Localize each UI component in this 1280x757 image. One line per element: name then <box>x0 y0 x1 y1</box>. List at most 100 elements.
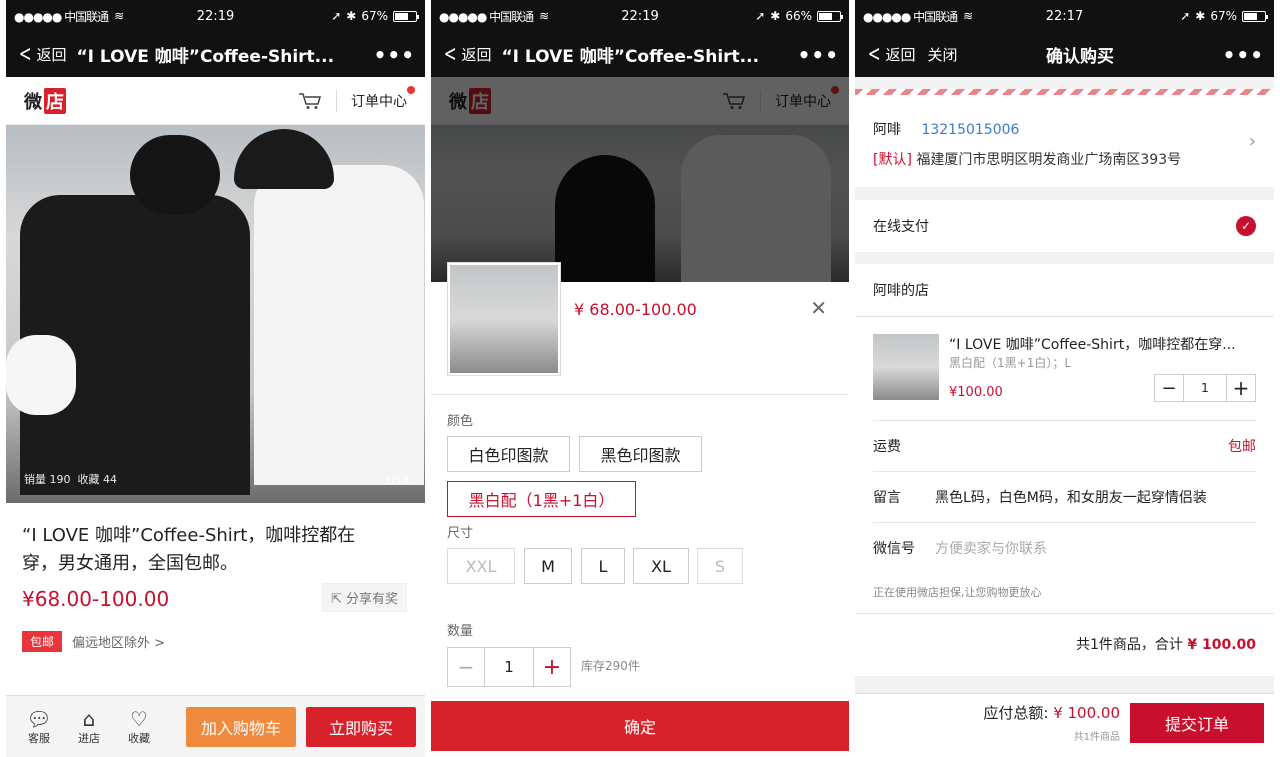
photo-kettle <box>6 335 76 415</box>
size-option-l[interactable]: L <box>581 548 625 584</box>
checkmark-icon: ✓ <box>1236 216 1256 236</box>
nav-bar: < 返回 “I LOVE 咖啡”Coffee-Shirt... ••• <box>431 32 849 77</box>
share-button[interactable]: ⇱ 分享有奖 <box>321 583 407 612</box>
wechat-input[interactable]: 方便卖家与你联系 <box>935 538 1047 558</box>
nav-bar: < 返回 “I LOVE 咖啡”Coffee-Shirt... ••• <box>6 32 425 77</box>
item-price: ¥100.00 <box>949 385 1003 400</box>
weidian-logo[interactable]: 微店 <box>24 87 66 114</box>
buy-now-button[interactable]: 立即购买 <box>306 706 416 747</box>
bottom-action-bar: 💬︎ 客服 ⌂ 进店 ♡ 收藏 加入购物车 立即购买 <box>6 695 425 757</box>
payable-amount: ¥ 100.00 <box>1053 704 1120 722</box>
bluetooth-icon: ✱ <box>1195 9 1206 23</box>
more-button[interactable]: ••• <box>1223 43 1264 67</box>
battery-percent: 67% <box>361 9 388 23</box>
divider <box>336 89 337 112</box>
size-option-m[interactable]: M <box>524 548 572 584</box>
photo-pager: 1/14 <box>384 474 409 487</box>
customer-service-button[interactable]: 💬︎ 客服 <box>14 708 64 746</box>
carrier: ●●●●● 中国联通 <box>863 9 958 24</box>
recipient-name: 阿啡 <box>873 122 901 138</box>
sku-price: ¥ 68.00-100.00 <box>574 300 697 319</box>
address-card[interactable]: 阿啡 13215015006 [默认] 福建厦门市思明区明发商业广场南区393号… <box>855 89 1274 187</box>
sku-selector-screen: ●●●●● 中国联通 ≋ 22:19 ➚ ✱ 66% < 返回 “I LOVE … <box>431 0 849 757</box>
store-name: 阿啡的店 <box>873 283 929 299</box>
shop-bar: 微店 订单中心 <box>6 77 425 125</box>
add-to-cart-button[interactable]: 加入购物车 <box>186 706 296 747</box>
back-button[interactable]: < 返回 <box>865 43 916 66</box>
size-option-s[interactable]: S <box>697 548 743 584</box>
service-label: 客服 <box>28 731 50 745</box>
cart-icon[interactable] <box>298 92 322 110</box>
size-option-xxl[interactable]: XXL <box>447 548 515 584</box>
nav-bar: < 返回 关闭 确认购买 ••• <box>855 32 1274 77</box>
wifi-icon: ≋ <box>963 9 974 23</box>
confirm-button[interactable]: 确定 <box>431 701 849 751</box>
payment-card[interactable]: 在线支付 ✓ <box>855 200 1274 252</box>
close-icon[interactable]: ✕ <box>810 296 827 320</box>
more-button[interactable]: ••• <box>798 43 839 67</box>
favorite-button[interactable]: ♡ 收藏 <box>114 708 164 746</box>
location-icon: ➚ <box>755 9 766 23</box>
battery-percent: 66% <box>785 9 812 23</box>
size-option-xl[interactable]: XL <box>633 548 689 584</box>
close-button[interactable]: 关闭 <box>927 44 957 65</box>
back-button[interactable]: < 返回 <box>16 43 67 66</box>
store-label: 进店 <box>78 731 100 745</box>
shipping-row[interactable]: 包邮 偏远地区除外 > <box>22 631 165 652</box>
increment-button[interactable]: + <box>1227 375 1255 401</box>
bluetooth-icon: ✱ <box>770 9 781 23</box>
overlay-mask[interactable] <box>431 77 849 282</box>
color-option-white[interactable]: 白色印图款 <box>447 436 570 472</box>
divider <box>431 394 849 395</box>
address-stripe <box>855 89 1274 95</box>
carrier: ●●●●● 中国联通 <box>14 9 109 24</box>
quantity-label: 数量 <box>447 624 474 639</box>
share-label: 分享有奖 <box>345 592 398 607</box>
chevron-left-icon: < <box>443 41 457 67</box>
guarantee-note: 正在使用微店担保,让您购物更放心 <box>873 586 1042 599</box>
battery-icon <box>1242 10 1268 22</box>
payable-count: 共1件商品 <box>1073 732 1120 743</box>
decrement-button[interactable]: − <box>448 648 484 686</box>
decrement-button[interactable]: − <box>1155 375 1183 401</box>
checkout-bar: 应付总额: ¥ 100.00 共1件商品 提交订单 <box>855 693 1274 757</box>
chat-icon: 💬︎ <box>26 706 52 731</box>
increment-button[interactable]: + <box>534 648 570 686</box>
product-title: “I LOVE 咖啡”Coffee-Shirt，咖啡控都在穿，男女通用，全国包邮… <box>22 525 356 574</box>
order-center-link[interactable]: 订单中心 <box>351 85 415 111</box>
back-button[interactable]: < 返回 <box>441 41 492 67</box>
size-label: 尺寸 <box>447 526 474 541</box>
shipping-label: 运费 <box>873 439 901 455</box>
payable-total: 应付总额: ¥ 100.00 <box>983 702 1120 723</box>
wifi-icon: ≋ <box>539 9 550 23</box>
color-option-black[interactable]: 黑色印图款 <box>579 436 702 472</box>
sku-sheet: ¥ 68.00-100.00 ✕ 颜色 白色印图款 黑色印图款 黑白配（1黑+1… <box>431 262 849 757</box>
photo-figure-right <box>254 165 424 485</box>
enter-store-button[interactable]: ⌂ 进店 <box>64 708 114 746</box>
color-option-combo[interactable]: 黑白配（1黑+1白） <box>447 481 636 517</box>
quantity-value[interactable]: 1 <box>484 648 534 686</box>
order-confirm-screen: ●●●●● 中国联通 ≋ 22:17 ➚ ✱ 67% < 返回 关闭 确认购买 … <box>855 0 1274 757</box>
sales-fav-counter: 销量 190 收藏 44 <box>24 471 117 487</box>
product-price: ¥68.00-100.00 <box>22 587 170 611</box>
divider <box>855 613 1274 614</box>
payable-label: 应付总额: <box>983 704 1049 722</box>
submit-order-button[interactable]: 提交订单 <box>1130 703 1264 743</box>
order-summary: 共1件商品，合计 ¥ 100.00 <box>1076 634 1256 654</box>
chevron-right-icon: › <box>1248 131 1256 152</box>
more-button[interactable]: ••• <box>374 43 415 67</box>
location-icon: ➚ <box>1180 9 1191 23</box>
quantity-value[interactable]: 1 <box>1183 375 1227 401</box>
back-label: 返回 <box>36 46 67 64</box>
photo-cap-right <box>234 129 334 189</box>
status-bar: ●●●●● 中国联通 ≋ 22:17 ➚ ✱ 67% <box>855 0 1274 32</box>
message-input[interactable]: 黑色L码，白色M码，和女朋友一起穿情侣装 <box>935 487 1207 507</box>
sku-thumbnail <box>447 262 561 376</box>
product-photo[interactable]: 销量 190 收藏 44 1/14 <box>6 125 425 503</box>
wechat-row: 微信号 方便卖家与你联系 <box>855 523 1274 573</box>
free-shipping-badge: 包邮 <box>22 631 63 652</box>
fav-label: 收藏 <box>128 731 150 745</box>
message-label: 留言 <box>873 490 901 506</box>
item-title: “I LOVE 咖啡”Coffee-Shirt，咖啡控都在穿... <box>949 337 1236 353</box>
summary-count: 共1件商品，合计 <box>1075 637 1183 653</box>
